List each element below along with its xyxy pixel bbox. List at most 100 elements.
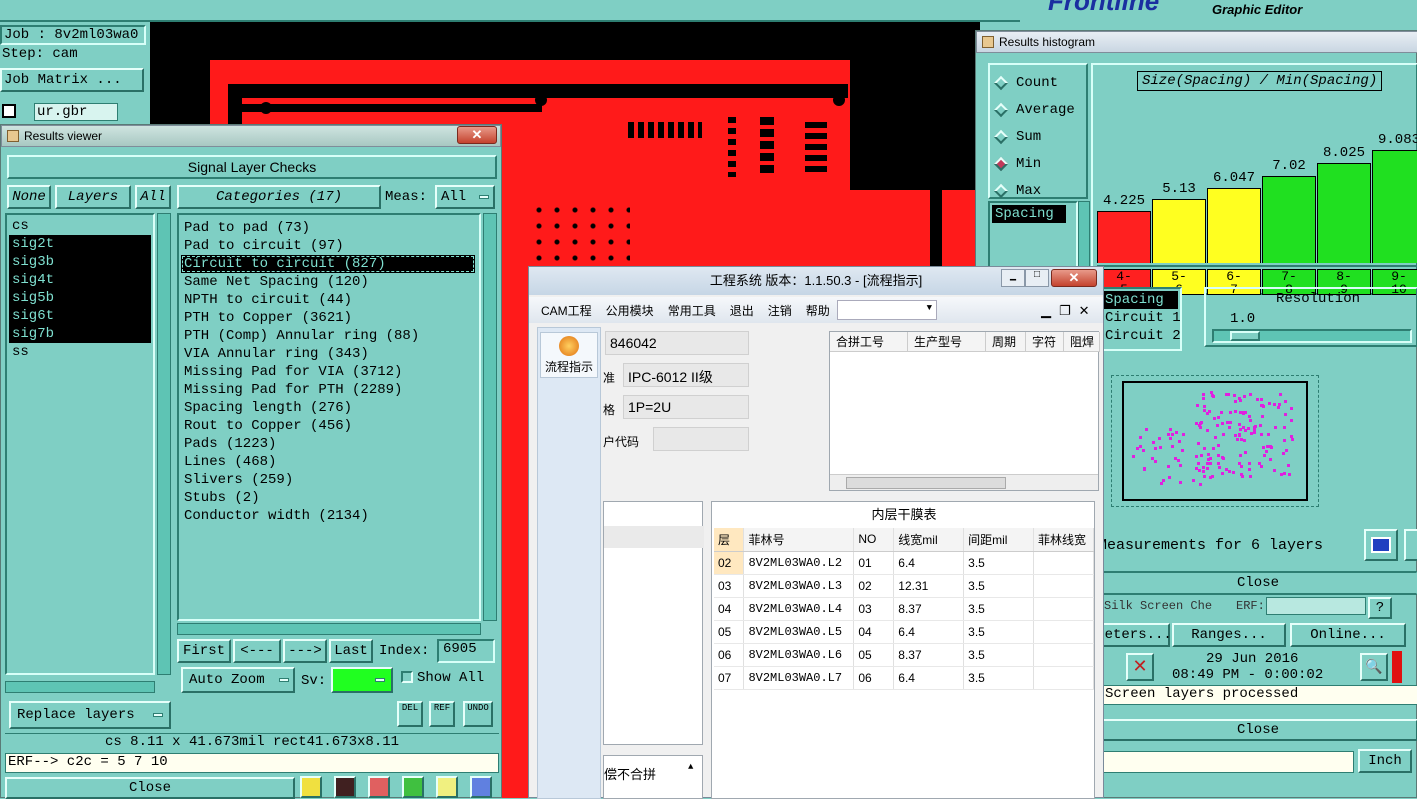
table-cell[interactable]: 05 xyxy=(714,620,745,644)
grid-column-header[interactable]: 周期 xyxy=(986,332,1026,351)
table-cell[interactable]: 02 xyxy=(714,551,745,575)
category-item[interactable]: Spacing length (276) xyxy=(181,399,475,417)
table-cell[interactable]: 8V2ML03WA0.L6 xyxy=(743,643,855,667)
mode-radio-sum[interactable]: Sum xyxy=(993,123,1086,150)
chevron-up-icon[interactable]: ▲ xyxy=(688,762,693,772)
table-cell[interactable]: 03 xyxy=(714,574,745,598)
category-item[interactable]: Missing Pad for VIA (3712) xyxy=(181,363,475,381)
replace-layers-dropdown[interactable]: Replace layers xyxy=(9,701,171,729)
zoom-button[interactable]: 🔍 xyxy=(1360,653,1388,681)
inner-column-header[interactable]: 菲林线宽 xyxy=(1033,528,1094,552)
parameters-button[interactable]: meters... xyxy=(1096,623,1172,647)
table-cell[interactable]: 3.5 xyxy=(963,666,1034,690)
category-item[interactable]: Pads (1223) xyxy=(181,435,475,453)
histogram-close-button[interactable]: Close xyxy=(1098,571,1417,595)
category-item[interactable]: Stubs (2) xyxy=(181,489,475,507)
tool-icon[interactable] xyxy=(368,776,390,798)
table-cell[interactable]: 8.37 xyxy=(893,643,965,667)
item-list[interactable]: Spacing Circuit 1 Circuit 2 xyxy=(1098,287,1182,351)
layer-checkbox[interactable] xyxy=(2,104,16,118)
last-button[interactable]: Last xyxy=(329,639,373,663)
table-cell[interactable]: 8V2ML03WA0.L4 xyxy=(743,597,855,621)
prev-button[interactable]: <--- xyxy=(233,639,281,663)
table-row[interactable]: 06 8V2ML03WA0.L6 05 8.37 3.5 xyxy=(714,643,1094,667)
viewer-close-icon[interactable]: ✕ xyxy=(457,126,497,144)
table-cell[interactable]: 02 xyxy=(853,574,895,598)
category-item[interactable]: PTH to Copper (3621) xyxy=(181,309,475,327)
inner-column-header[interactable]: NO xyxy=(853,528,895,552)
help-button[interactable]: ? xyxy=(1368,597,1392,619)
tool-icon[interactable] xyxy=(402,776,424,798)
table-row[interactable]: 07 8V2ML03WA0.L7 06 6.4 3.5 xyxy=(714,666,1094,690)
command-field[interactable] xyxy=(1098,751,1354,773)
undo-button[interactable]: UNDO xyxy=(463,701,493,727)
tool-icon[interactable] xyxy=(334,776,356,798)
grid-column-header[interactable]: 合拼工号 xyxy=(830,332,908,351)
ranges-button[interactable]: Ranges... xyxy=(1172,623,1286,647)
table-cell[interactable]: 3.5 xyxy=(963,597,1034,621)
maximize-button[interactable]: □ xyxy=(1025,269,1049,287)
table-cell[interactable]: 3.5 xyxy=(963,620,1034,644)
table-cell[interactable]: 04 xyxy=(714,597,745,621)
category-item[interactable]: VIA Annular ring (343) xyxy=(181,345,475,363)
index-input[interactable]: 6905 xyxy=(437,639,495,663)
table-cell[interactable]: 06 xyxy=(853,666,895,690)
table-cell[interactable]: 8V2ML03WA0.L2 xyxy=(743,551,855,575)
field2-input[interactable]: IPC-6012 II级 xyxy=(623,363,749,387)
table-row[interactable]: 05 8V2ML03WA0.L5 04 6.4 3.5 xyxy=(714,620,1094,644)
table-cell[interactable] xyxy=(1033,666,1094,690)
table-cell[interactable] xyxy=(1033,643,1094,667)
histogram-export-button[interactable] xyxy=(1364,529,1398,561)
show-all-checkbox[interactable] xyxy=(401,671,413,683)
inner-column-header[interactable]: 菲林号 xyxy=(743,528,855,552)
table-cell[interactable] xyxy=(1033,620,1094,644)
table-cell[interactable]: 12.31 xyxy=(893,574,965,598)
category-item[interactable]: NPTH to circuit (44) xyxy=(181,291,475,309)
job-matrix-button[interactable]: Job Matrix ... xyxy=(0,68,144,92)
mode-radio-min[interactable]: Min xyxy=(993,150,1086,177)
field1-input[interactable]: 846042 xyxy=(605,331,749,355)
table-cell[interactable] xyxy=(1033,551,1094,575)
layer-item[interactable]: sig7b xyxy=(9,325,151,343)
item-list-entry[interactable]: Circuit 2 xyxy=(1102,327,1181,345)
cn-close-icon[interactable]: ✕ xyxy=(1051,269,1097,287)
all-button[interactable]: All xyxy=(135,185,171,209)
table-cell[interactable]: 07 xyxy=(714,666,745,690)
del-button[interactable]: DEL xyxy=(397,701,423,727)
category-item[interactable]: PTH (Comp) Annular ring (88) xyxy=(181,327,475,345)
categories-button[interactable]: Categories (17) xyxy=(177,185,381,209)
item-list-entry[interactable]: Spacing xyxy=(1102,291,1178,309)
viewer-close-button[interactable]: Close xyxy=(5,777,295,799)
erf-field[interactable] xyxy=(1266,597,1366,615)
layer-item[interactable]: sig5b xyxy=(9,289,151,307)
table-cell[interactable]: 6.4 xyxy=(893,666,965,690)
main-close-button[interactable]: Close xyxy=(1098,719,1417,741)
merge-grid-hscroll-thumb[interactable] xyxy=(846,477,1006,489)
layer-item[interactable]: ss xyxy=(9,343,151,361)
table-cell[interactable]: 04 xyxy=(853,620,895,644)
table-cell[interactable]: 3.5 xyxy=(963,643,1034,667)
next-button[interactable]: ---> xyxy=(283,639,327,663)
unit-button[interactable]: Inch xyxy=(1358,749,1412,773)
auto-zoom-dropdown[interactable]: Auto Zoom xyxy=(181,667,295,693)
category-item[interactable]: Lines (468) xyxy=(181,453,475,471)
menu-item[interactable]: 退出 xyxy=(730,302,754,319)
category-item[interactable]: Rout to Copper (456) xyxy=(181,417,475,435)
grid-column-header[interactable]: 生产型号 xyxy=(908,332,986,351)
layer-list-hscroll[interactable] xyxy=(5,681,155,693)
table-cell[interactable]: 3.5 xyxy=(963,551,1034,575)
layer-item[interactable]: cs xyxy=(9,217,151,235)
inner-column-header[interactable]: 层 xyxy=(714,528,745,552)
table-cell[interactable] xyxy=(1033,597,1094,621)
table-row[interactable]: 04 8V2ML03WA0.L4 03 8.37 3.5 xyxy=(714,597,1094,621)
item-list-entry[interactable]: Circuit 1 xyxy=(1102,309,1181,327)
tool-icon[interactable] xyxy=(470,776,492,798)
menu-item[interactable]: 注销 xyxy=(768,302,792,319)
mdi-controls[interactable]: ▁❐✕ xyxy=(1041,303,1098,319)
mode-radio-count[interactable]: Count xyxy=(993,69,1086,96)
table-cell[interactable]: 3.5 xyxy=(963,574,1034,598)
meas-dropdown[interactable]: All xyxy=(435,185,495,209)
table-cell[interactable] xyxy=(1033,574,1094,598)
merge-grid-hscroll[interactable] xyxy=(830,474,1098,490)
none-button[interactable]: None xyxy=(7,185,51,209)
